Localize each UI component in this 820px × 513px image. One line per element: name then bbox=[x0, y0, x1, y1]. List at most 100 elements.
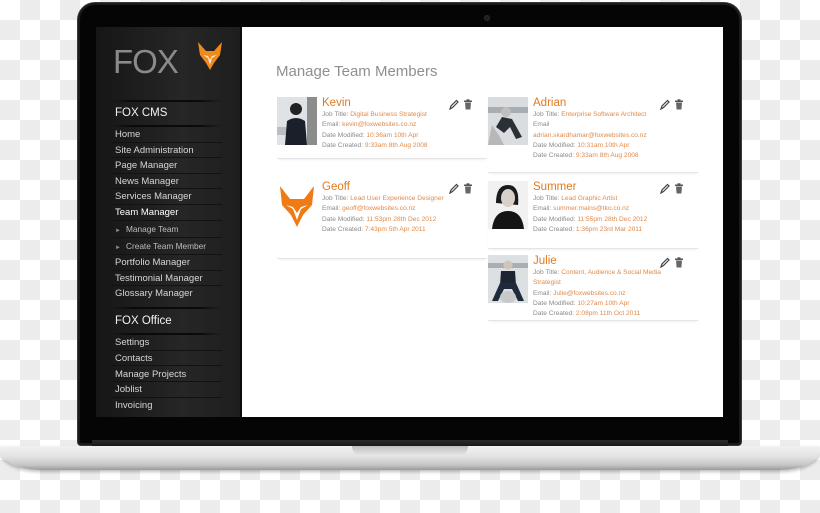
job-title-value: Lead Graphic Artist bbox=[561, 195, 618, 202]
member-info: Kevin Job Title: Digital Business Strate… bbox=[322, 97, 452, 151]
date-created-value: 7:43pm 5th Apr 2011 bbox=[364, 225, 426, 233]
page-title: Manage Team Members bbox=[276, 63, 438, 80]
delete-trash-icon[interactable] bbox=[463, 99, 473, 110]
sidebar-item-label: Team Manager bbox=[115, 207, 179, 218]
email-value[interactable]: Julie@foxwebsites.co.nz bbox=[553, 290, 625, 297]
member-info: Geoff Job Title: Lead User Experience De… bbox=[322, 181, 452, 235]
date-modified-row: Date Modified: 11:55pm 28th Dec 2012 bbox=[533, 215, 663, 225]
email-value[interactable]: summer.mains@tko.co.nz bbox=[553, 205, 629, 212]
sidebar-item-services-manager[interactable]: Services Manager bbox=[110, 189, 222, 205]
date-modified-value: 10:31am 10th Apr bbox=[577, 141, 630, 149]
fox-head-icon bbox=[280, 186, 314, 227]
section-title-fox-office: FOX Office bbox=[115, 315, 172, 327]
edit-pencil-icon[interactable] bbox=[449, 183, 459, 194]
delete-trash-icon[interactable] bbox=[674, 183, 684, 194]
sidebar-subitem-manage-team[interactable]: ► Manage Team bbox=[110, 222, 222, 238]
sidebar-item-label: Home bbox=[115, 129, 141, 140]
edit-pencil-icon[interactable] bbox=[660, 99, 670, 110]
card-actions bbox=[660, 183, 684, 194]
field-label: Email bbox=[533, 121, 550, 129]
sidebar-item-contacts[interactable]: Contacts bbox=[110, 351, 222, 367]
sidebar-item-portfolio-manager[interactable]: Portfolio Manager bbox=[110, 255, 222, 271]
member-photo bbox=[488, 97, 528, 145]
sidebar-subitem-create-team-member[interactable]: ► Create Team Member bbox=[110, 239, 222, 255]
edit-pencil-icon[interactable] bbox=[660, 257, 670, 268]
card-actions bbox=[449, 99, 473, 110]
date-created-value: 1:36pm 23rd Mar 2011 bbox=[575, 225, 643, 233]
bullet-arrow-icon: ► bbox=[115, 228, 121, 234]
email-row: Email: summer.mains@tko.co.nz bbox=[533, 204, 663, 214]
email-row: Email: Julie@foxwebsites.co.nz bbox=[533, 289, 663, 299]
card-actions bbox=[449, 183, 473, 194]
member-photo bbox=[488, 181, 528, 229]
sidebar-item-glossary-manager[interactable]: Glossary Manager bbox=[110, 286, 222, 302]
delete-trash-icon[interactable] bbox=[674, 99, 684, 110]
sidebar-item-label: Contacts bbox=[115, 352, 153, 364]
sidebar-item-label: Create Team Member bbox=[125, 241, 207, 251]
sidebar-item-site-administration[interactable]: Site Administration bbox=[110, 143, 222, 159]
laptop-notch bbox=[352, 446, 468, 456]
date-created-row: Date Created: 9:33am 8th Aug 2008 bbox=[533, 151, 663, 161]
sidebar-item-testimonial-manager[interactable]: Testimonial Manager bbox=[110, 271, 222, 287]
member-info: Julie Job Title: Content, Audience & Soc… bbox=[533, 255, 663, 319]
date-created-row: Date Created: 9:33am 8th Aug 2008 bbox=[322, 141, 452, 151]
field-label: Job Title: bbox=[322, 195, 349, 202]
delete-trash-icon[interactable] bbox=[674, 257, 684, 268]
sidebar-item-label: News Manager bbox=[115, 175, 179, 187]
field-label: Job Title: bbox=[322, 111, 349, 118]
date-modified-row: Date Modified: 10:36am 10th Apr bbox=[322, 131, 452, 141]
field-label: Job Title: bbox=[533, 111, 560, 118]
member-name[interactable]: Adrian bbox=[533, 97, 663, 110]
member-name[interactable]: Kevin bbox=[322, 97, 452, 110]
sidebar-item-invoicing[interactable]: Invoicing bbox=[110, 398, 222, 414]
email-row: Email: geoff@foxwebsites.co.nz bbox=[322, 204, 452, 214]
sidebar-item-news-manager[interactable]: News Manager bbox=[110, 174, 222, 190]
edit-pencil-icon[interactable] bbox=[660, 183, 670, 194]
edit-pencil-icon[interactable] bbox=[449, 99, 459, 110]
camera-icon bbox=[484, 15, 490, 21]
field-label: Date Modified: bbox=[533, 299, 576, 307]
field-label: Email: bbox=[533, 289, 552, 297]
sidebar-item-manage-projects[interactable]: Manage Projects bbox=[110, 367, 222, 383]
fox-logo[interactable]: FOX bbox=[113, 41, 223, 81]
job-title-value: Enterprise Software Architect bbox=[561, 111, 647, 118]
sidebar-item-label: Portfolio Manager bbox=[115, 257, 190, 268]
email-value[interactable]: geoff@foxwebsites.co.nz bbox=[342, 205, 415, 212]
member-name[interactable]: Julie bbox=[533, 255, 663, 268]
job-title-row: Job Title: Content, Audience & Social Me… bbox=[533, 268, 663, 289]
sidebar-item-joblist[interactable]: Joblist bbox=[110, 382, 222, 398]
date-created-value: 9:33am 8th Aug 2008 bbox=[364, 141, 428, 149]
sidebar-item-label: Manage Projects bbox=[115, 368, 187, 380]
sidebar-item-home[interactable]: Home bbox=[110, 127, 222, 143]
sidebar-item-label: Settings bbox=[115, 337, 150, 348]
sidebar-item-page-manager[interactable]: Page Manager bbox=[110, 158, 222, 174]
sidebar-item-label: Manage Team bbox=[125, 224, 179, 234]
member-name[interactable]: Summer bbox=[533, 181, 663, 194]
date-modified-value: 10:36am 10th Apr bbox=[366, 131, 419, 139]
email-row: Email adrian.skardhamar@foxwebsites.co.nz bbox=[533, 120, 663, 141]
sidebar-item-label: Joblist bbox=[115, 384, 142, 396]
member-name[interactable]: Geoff bbox=[322, 181, 452, 194]
field-label: Date Created: bbox=[533, 310, 575, 318]
field-label: Date Created: bbox=[322, 225, 364, 233]
sidebar: FOX FOX CMS Home Site Administration Pag… bbox=[96, 27, 242, 417]
divider bbox=[110, 307, 222, 309]
date-modified-value: 11:55pm 28th Dec 2012 bbox=[577, 215, 648, 223]
date-created-value: 2:08pm 11th Oct 2011 bbox=[575, 310, 641, 318]
date-created-value: 9:33am 8th Aug 2008 bbox=[575, 152, 639, 160]
email-value[interactable]: kevin@foxwebsites.co.nz bbox=[342, 121, 416, 128]
card-actions bbox=[660, 99, 684, 110]
email-value[interactable]: adrian.skardhamar@foxwebsites.co.nz bbox=[533, 132, 647, 139]
delete-trash-icon[interactable] bbox=[463, 183, 473, 194]
team-member-card: Adrian Job Title: Enterprise Software Ar… bbox=[488, 97, 698, 173]
field-label: Date Created: bbox=[533, 152, 575, 160]
field-label: Date Modified: bbox=[322, 131, 365, 139]
sidebar-item-team-manager[interactable]: Team Manager bbox=[110, 205, 222, 221]
field-label: Date Created: bbox=[322, 141, 364, 149]
sidebar-item-label: Site Administration bbox=[115, 144, 194, 156]
date-modified-value: 10:27am 10th Apr bbox=[577, 299, 630, 307]
member-photo bbox=[488, 255, 528, 303]
sidebar-item-label: Testimonial Manager bbox=[115, 272, 203, 284]
job-title-row: Job Title: Enterprise Software Architect bbox=[533, 110, 663, 120]
sidebar-item-settings[interactable]: Settings bbox=[110, 335, 222, 351]
